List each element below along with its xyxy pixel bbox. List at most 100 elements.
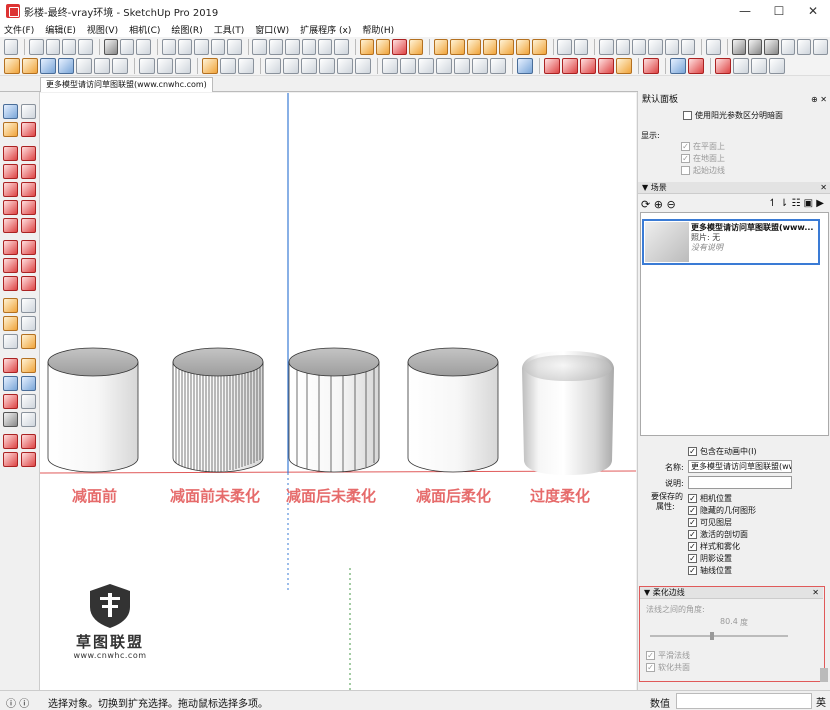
protractor-icon[interactable] (466, 38, 482, 55)
scale-icon[interactable] (3, 276, 18, 291)
groups-icon[interactable] (573, 38, 589, 55)
right-view-icon[interactable] (648, 38, 663, 55)
camera-icon[interactable] (731, 38, 746, 55)
orbit-tool-icon[interactable] (3, 358, 18, 373)
folder-icon[interactable] (813, 38, 828, 55)
move-up-icon[interactable]: ↿ (768, 198, 776, 209)
layer-tool-3-icon[interactable] (418, 57, 434, 74)
pan-tool-icon[interactable] (21, 358, 36, 373)
close-button[interactable]: ✕ (796, 0, 830, 22)
from-edges-checkbox[interactable] (681, 166, 690, 175)
ime-indicator[interactable]: 英 (816, 694, 826, 709)
vray-speaker-icon[interactable] (112, 57, 128, 74)
camera-zoom-icon[interactable] (285, 38, 300, 55)
menu-edit[interactable]: 编辑(E) (45, 23, 76, 36)
ruby-tool-1-icon[interactable] (3, 452, 18, 467)
minimize-button[interactable]: — (728, 0, 762, 22)
move-down-icon[interactable]: ⇂ (780, 198, 788, 209)
layer-tool-6-icon[interactable] (472, 57, 488, 74)
back-view-icon[interactable] (664, 38, 679, 55)
geo-location-icon[interactable]: ⓘ (6, 699, 16, 710)
details-icon[interactable]: ▶ (816, 198, 824, 209)
offset-icon[interactable] (21, 276, 36, 291)
camera-orbit-icon[interactable] (252, 38, 267, 55)
include-animation-checkbox[interactable] (688, 447, 697, 456)
iso-view-icon[interactable] (599, 38, 614, 55)
menu-draw[interactable]: 绘图(R) (171, 23, 202, 36)
paint-bucket-icon[interactable] (3, 122, 18, 137)
view-textured-icon[interactable] (227, 38, 242, 55)
scene-list[interactable]: 更多模型请访问草图联盟(www... 照片: 无 没有说明 (640, 212, 829, 436)
sun-shading-checkbox[interactable] (683, 111, 692, 120)
dimension-icon[interactable] (450, 38, 465, 55)
rotate-light-3-icon[interactable] (301, 57, 317, 74)
select-arrow-icon[interactable] (3, 104, 18, 119)
view-shaded-icon[interactable] (210, 38, 226, 55)
rotate-light-6-icon[interactable] (355, 57, 371, 74)
layout-icon[interactable] (103, 38, 119, 55)
maximize-button[interactable]: ☐ (762, 0, 796, 22)
make-component-tool-icon[interactable] (21, 104, 36, 119)
menu-file[interactable]: 文件(F) (4, 23, 34, 36)
top-view-icon[interactable] (615, 38, 630, 55)
prop-style-checkbox[interactable] (688, 542, 697, 551)
ruby-2-icon[interactable] (562, 57, 578, 74)
polygon-icon[interactable] (21, 182, 36, 197)
camera-previous-icon[interactable] (317, 38, 333, 55)
view-options-icon[interactable]: ☷ (792, 198, 801, 209)
section-tool-icon[interactable] (3, 434, 18, 449)
layer-tool-5-icon[interactable] (454, 57, 470, 74)
vray-bucket-icon[interactable] (175, 57, 191, 74)
select-icon[interactable] (29, 38, 44, 55)
panel-scrollbar[interactable] (820, 668, 828, 682)
cylinder-before-unsoftened[interactable] (172, 347, 264, 473)
smooth-normals-checkbox[interactable] (646, 651, 655, 660)
ruby-3-icon[interactable] (580, 57, 596, 74)
prop-axes-checkbox[interactable] (688, 566, 697, 575)
vray-icon[interactable] (4, 57, 20, 74)
menu-tools[interactable]: 工具(T) (214, 23, 245, 36)
remove-scene-icon[interactable]: ⊖ (666, 198, 675, 211)
vray-interactive-icon[interactable] (76, 57, 92, 74)
plugin-red-icon[interactable] (715, 57, 731, 74)
menu-help[interactable]: 帮助(H) (362, 23, 394, 36)
on-faces-checkbox[interactable] (681, 142, 690, 151)
cloud-icon[interactable] (62, 38, 77, 55)
dimension-tool-icon[interactable] (21, 298, 36, 313)
stamp-icon[interactable] (392, 38, 407, 55)
prop-layers-checkbox[interactable] (688, 518, 697, 527)
prop-section-checkbox[interactable] (688, 530, 697, 539)
scissors-icon[interactable] (688, 57, 704, 74)
on-ground-checkbox[interactable] (681, 154, 690, 163)
view-xray-icon[interactable] (161, 38, 177, 55)
ruby-1-icon[interactable] (544, 57, 560, 74)
box-icon[interactable] (797, 38, 812, 55)
section-plane-icon[interactable] (515, 38, 531, 55)
rotate-light-4-icon[interactable] (319, 57, 335, 74)
eraser-icon[interactable] (45, 38, 61, 55)
thumbnail-icon[interactable]: ▣ (804, 198, 813, 209)
gear-icon[interactable] (408, 38, 424, 55)
move-icon[interactable] (3, 240, 18, 255)
three-point-arc-icon[interactable] (3, 218, 18, 233)
sun-icon[interactable] (616, 57, 632, 74)
vray-layers-icon[interactable] (220, 57, 236, 74)
menu-extensions[interactable]: 扩展程序 (x) (300, 23, 351, 36)
axes-tool-icon[interactable] (3, 334, 18, 349)
menu-camera[interactable]: 相机(C) (129, 23, 160, 36)
soften-coplanar-checkbox[interactable] (646, 663, 655, 672)
plugin-grid-icon[interactable] (733, 57, 749, 74)
scenes-close-icon[interactable]: ✕ (820, 182, 827, 194)
scene-name-input[interactable]: 更多模型请访问草图联盟(ww (688, 460, 792, 473)
ruby-tool-2-icon[interactable] (21, 452, 36, 467)
arc-icon[interactable] (3, 200, 18, 215)
cylinder-after-softened[interactable] (407, 347, 499, 473)
rotate-light-5-icon[interactable] (337, 57, 353, 74)
vray-sphere-icon[interactable] (202, 57, 218, 74)
previous-view-icon[interactable] (21, 394, 36, 409)
angle-slider-thumb[interactable] (710, 632, 715, 640)
view-hidden-icon[interactable] (194, 38, 209, 55)
make-component-icon[interactable] (706, 38, 721, 55)
compass-icon[interactable] (670, 57, 686, 74)
camera-extents-icon[interactable] (301, 38, 316, 55)
